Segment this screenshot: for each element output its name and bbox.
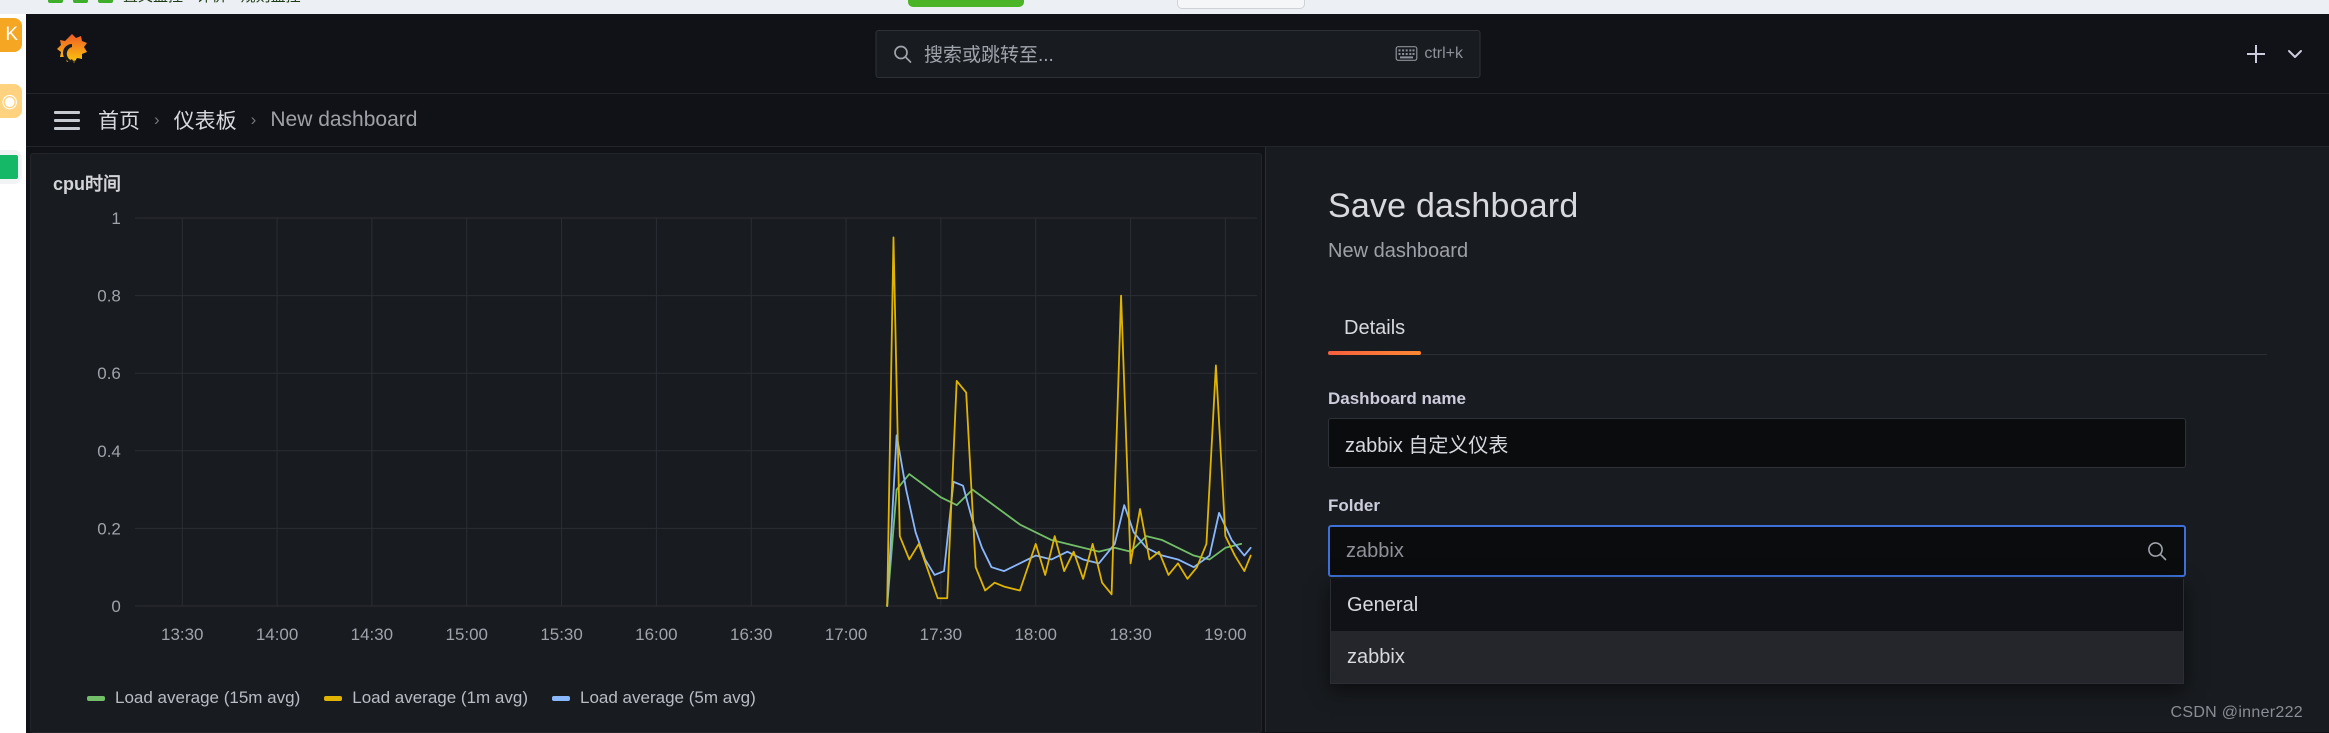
x-axis-tick-label: 15:30	[540, 625, 582, 644]
breadcrumb-item-current: New dashboard	[270, 108, 418, 131]
drawer-tabs: Details	[1328, 311, 2267, 355]
search-shortcut-hint: ctrl+k	[1395, 45, 1463, 63]
dashboard-name-field: Dashboard name	[1328, 389, 2186, 468]
legend-item[interactable]: Load average (1m avg)	[324, 688, 528, 708]
x-axis-tick-label: 19:00	[1204, 625, 1246, 644]
plus-icon[interactable]	[2243, 41, 2269, 67]
folder-option[interactable]: General	[1331, 579, 2183, 631]
folder-label: Folder	[1328, 496, 1380, 515]
y-axis-tick-label: 0.8	[97, 287, 121, 306]
y-axis-tick-label: 0.4	[97, 442, 121, 461]
legend-label: Load average (5m avg)	[580, 688, 756, 707]
breadcrumb-separator: ›	[154, 110, 160, 129]
grafana-logo-icon[interactable]	[50, 32, 94, 76]
breadcrumb-item-home[interactable]: 首页	[98, 105, 140, 135]
legend-color-swatch	[552, 695, 571, 701]
x-axis-tick-label: 17:30	[920, 625, 962, 644]
breadcrumb-separator: ›	[250, 110, 257, 129]
x-axis-tick-label: 18:30	[1109, 625, 1151, 644]
x-axis-tick-label: 14:30	[351, 625, 393, 644]
dashboard-name-label: Dashboard name	[1328, 389, 1466, 408]
chart-series-line	[886, 236, 1252, 607]
search-shortcut-label: ctrl+k	[1424, 44, 1463, 62]
x-axis-tick-label: 17:00	[825, 625, 867, 644]
bookmark-icon	[48, 0, 63, 3]
browser-extension-rail: K ◉	[0, 14, 26, 733]
folder-field: Folder Generalzabbix	[1328, 496, 2186, 684]
folder-picker[interactable]: Generalzabbix	[1328, 525, 2186, 684]
global-search[interactable]: 搜索或跳转至... ctrl+k	[875, 29, 1480, 78]
breadcrumb-bar: 首页 › 仪表板 › New dashboard	[26, 94, 2329, 147]
bookmark-items[interactable]: 置义监控ㆍ评价ㆍ规则监控ㆍ	[48, 0, 314, 10]
search-input[interactable]: 搜索或跳转至... ctrl+k	[875, 29, 1480, 78]
bookmark-icon	[73, 0, 88, 3]
chart-series-line	[886, 473, 1243, 607]
y-axis-tick-label: 0	[111, 597, 120, 616]
save-dashboard-drawer: Save dashboard New dashboard Details Das…	[1265, 147, 2329, 732]
page-action-button[interactable]: ✓ 实验操作	[908, 0, 1024, 7]
top-navigation-bar: 搜索或跳转至... ctrl+k	[26, 14, 2329, 94]
search-icon	[893, 45, 911, 63]
bookmark-icon	[98, 0, 113, 3]
legend-color-swatch	[324, 695, 343, 701]
folder-option[interactable]: zabbix	[1331, 631, 2183, 683]
dashboard-canvas: cpu时间 0 0.2 0.4 0.6 0.8 1 13:30 14:00 14:30 15:00…	[26, 147, 1265, 733]
chart-legend: Load average (15m avg) Load average (1m a…	[87, 688, 756, 708]
x-axis-tick-label: 16:30	[730, 625, 772, 644]
page-dismiss-button[interactable]: 恢复当前页提示	[1177, 0, 1305, 9]
chevron-down-icon[interactable]	[2285, 44, 2305, 64]
folder-input[interactable]	[1346, 539, 2146, 563]
timeseries-panel[interactable]: cpu时间 0 0.2 0.4 0.6 0.8 1 13:30 14:00 14:30 15:00…	[30, 153, 1262, 733]
drawer-title: Save dashboard	[1328, 187, 1579, 225]
y-axis-tick-label: 0.6	[97, 364, 121, 383]
timeseries-chart: 0 0.2 0.4 0.6 0.8 1 13:30 14:00 14:30 15:00 15:30 1…	[97, 209, 1258, 644]
panel-title: cpu时间	[53, 174, 122, 194]
dashboard-name-input[interactable]	[1328, 418, 2186, 468]
y-axis-tick-label: 0.2	[97, 519, 121, 538]
x-axis-tick-label: 14:00	[256, 625, 298, 644]
tab-details[interactable]: Details	[1328, 311, 1422, 355]
extension-icon-yellow[interactable]: ◉	[0, 84, 22, 118]
drawer-subtitle: New dashboard	[1328, 240, 1469, 262]
bookmark-label: 置义监控ㆍ评价ㆍ规则监控ㆍ	[123, 0, 314, 6]
y-axis-tick-label: 1	[111, 209, 120, 228]
search-icon	[2148, 542, 2167, 561]
breadcrumb-item-dashboards[interactable]: 仪表板	[174, 105, 237, 135]
search-placeholder: 搜索或跳转至...	[924, 45, 1054, 66]
legend-item[interactable]: Load average (5m avg)	[552, 688, 756, 708]
legend-label: Load average (1m avg)	[352, 688, 529, 707]
chart-series-line	[886, 434, 1252, 607]
dashboard-body: cpu时间 0 0.2 0.4 0.6 0.8 1 13:30 14:00 14:30 15:00…	[26, 147, 2329, 733]
breadcrumb: 首页 › 仪表板 › New dashboard	[98, 105, 417, 135]
grafana-app: 搜索或跳转至... ctrl+k 首页 › 仪表板 › New dashboar…	[26, 14, 2329, 733]
extension-icon-orange[interactable]: K	[0, 18, 22, 52]
legend-label: Load average (15m avg)	[115, 688, 301, 707]
top-nav-actions	[2243, 41, 2305, 67]
x-axis-tick-label: 18:00	[1015, 625, 1057, 644]
x-axis-tick-label: 13:30	[161, 625, 203, 644]
watermark: CSDN @inner222	[2170, 704, 2303, 721]
x-axis-tick-label: 15:00	[446, 625, 488, 644]
folder-options-menu[interactable]: General zabbix	[1330, 579, 2184, 684]
x-axis-tick-label: 16:00	[635, 625, 677, 644]
hamburger-icon[interactable]	[54, 110, 80, 130]
legend-color-swatch	[87, 695, 105, 701]
legend-item[interactable]: Load average (15m avg)	[87, 688, 300, 708]
page-action-label: 实验操作	[946, 0, 1006, 2]
check-icon: ✓	[926, 0, 939, 1]
extension-icon-green[interactable]	[0, 150, 22, 184]
keyboard-icon	[1395, 46, 1418, 61]
browser-bookmark-strip: 置义监控ㆍ评价ㆍ规则监控ㆍ ✓ 实验操作 恢复当前页提示	[0, 0, 2329, 14]
